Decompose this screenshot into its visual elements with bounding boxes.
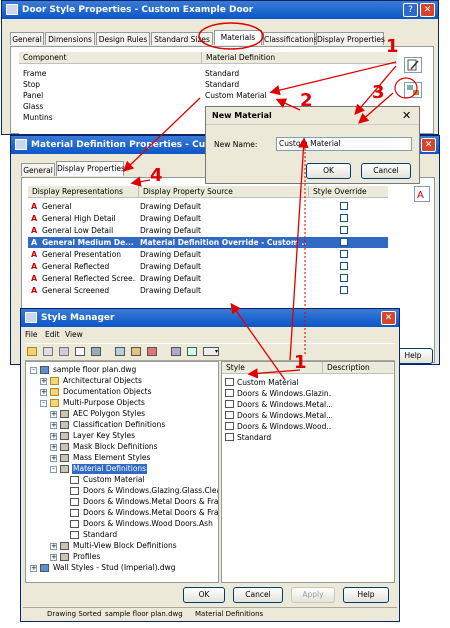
annotation-1-bottom: 1 [294, 352, 307, 373]
arrow-4 [130, 176, 151, 187]
annotation-3: 1 [386, 36, 399, 57]
materials-tab-highlight [198, 22, 264, 50]
annotation-1: 3 [372, 82, 385, 103]
new-material-button-highlight [394, 77, 418, 99]
annotation-2: 2 [300, 90, 313, 111]
annotation-4: 4 [150, 165, 163, 186]
arrow-2 [275, 98, 301, 111]
arrow-1-bottom [289, 137, 309, 361]
arrow-stylelist [247, 368, 301, 379]
arrow-1-bottom-b [230, 302, 286, 381]
arrow-panel-to-tab [123, 97, 201, 172]
